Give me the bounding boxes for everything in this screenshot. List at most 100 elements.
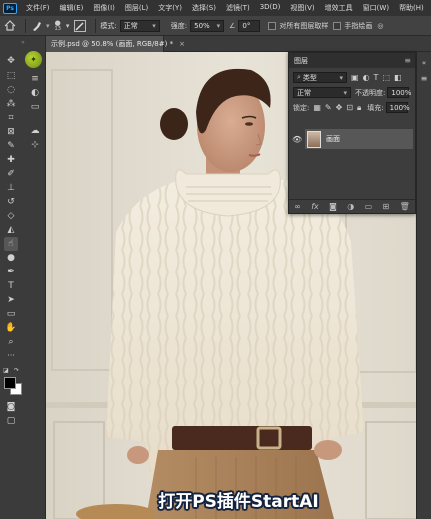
frame-tool-icon[interactable]: ⊠	[4, 125, 18, 139]
new-layer-icon[interactable]: ⊞	[383, 202, 390, 211]
angle-value: 0°	[242, 21, 251, 30]
pen-tool-icon[interactable]: ✒	[4, 265, 18, 279]
spot-healing-icon[interactable]: ✚	[4, 153, 18, 167]
menu-plugins[interactable]: 增效工具	[320, 3, 358, 13]
lock-position-icon[interactable]: ✥	[336, 103, 343, 112]
kind-filter-value: 类型	[302, 73, 317, 82]
finger-painting-checkbox[interactable]: 手指绘画	[333, 21, 372, 31]
filter-smart-object-icon[interactable]: ◧	[394, 73, 402, 82]
menu-bar: Ps 文件(F) 编辑(E) 图像(I) 图层(L) 文字(Y) 选择(S) 滤…	[0, 0, 431, 16]
brush-size-picker[interactable]: ● 13	[55, 19, 61, 32]
lock-artboard-icon[interactable]: ⊡	[346, 103, 353, 112]
hand-tool-icon[interactable]: ✋	[4, 321, 18, 335]
more-tools-icon[interactable]: ···	[4, 349, 18, 363]
swap-colors-icon[interactable]: ↷	[14, 367, 19, 374]
add-mask-icon[interactable]: ◙	[329, 202, 337, 211]
filter-shape-icon[interactable]: ⬚	[382, 73, 390, 82]
layer-visibility-eye-icon[interactable]: 👁︎	[292, 135, 302, 144]
delete-layer-icon[interactable]: 🗑︎	[400, 202, 410, 211]
menu-image[interactable]: 图像(I)	[88, 3, 120, 13]
brush-settings-icon[interactable]: ▾	[66, 22, 70, 30]
opacity-value: 100%	[391, 88, 412, 97]
menu-window[interactable]: 窗口(W)	[358, 3, 394, 13]
filter-pixel-icon[interactable]: ▣	[351, 73, 359, 82]
toolbar-collapse-icon[interactable]: »	[4, 40, 42, 46]
path-selection-icon[interactable]: ➤	[4, 293, 18, 307]
rectangle-tool-icon[interactable]: ▭	[4, 307, 18, 321]
clone-stamp-icon[interactable]: ⊥	[4, 181, 18, 195]
angle-input[interactable]: 0°	[238, 19, 261, 32]
menu-layer[interactable]: 图层(L)	[120, 3, 153, 13]
strength-input[interactable]: 50% ▾	[190, 19, 225, 32]
menu-select[interactable]: 选择(S)	[187, 3, 221, 13]
screen-mode-icon[interactable]: ▢	[4, 414, 18, 428]
filter-adjustment-icon[interactable]: ◐	[363, 73, 370, 82]
eyedropper-icon[interactable]: ✎	[4, 139, 18, 153]
paint-bucket-icon[interactable]: ◭	[4, 223, 18, 237]
options-bar: ▾ ● 13 ▾ 模式: 正常 ▾ 强度: 50% ▾ ∠ 0° 对所有图层取样…	[0, 16, 431, 36]
history-brush-icon[interactable]: ↺	[4, 195, 18, 209]
menu-edit[interactable]: 编辑(E)	[55, 3, 89, 13]
gradient-icon[interactable]: ▭	[28, 100, 42, 114]
layer-thumbnail	[307, 130, 321, 148]
layer-name[interactable]: 画面	[326, 134, 340, 144]
new-group-icon[interactable]: ▭	[365, 202, 373, 211]
smudge-tool-icon[interactable]: ☝	[4, 237, 18, 251]
blend-mode-dropdown[interactable]: 正常 ▾	[293, 87, 351, 98]
photoshop-logo[interactable]: Ps	[3, 2, 17, 14]
lock-pixels-icon[interactable]: ✎	[325, 103, 332, 112]
filter-type-icon[interactable]: T	[374, 73, 379, 82]
default-colors-icon[interactable]: ◪	[3, 367, 9, 374]
dodge-tool-icon[interactable]: ●	[4, 251, 18, 265]
lock-transparent-icon[interactable]: ▦	[313, 103, 321, 112]
startai-plugin-icon[interactable]: ✦	[25, 51, 42, 68]
sample-all-layers-checkbox[interactable]: 对所有图层取样	[268, 21, 328, 31]
lasso-tool-icon[interactable]: ◌	[4, 83, 18, 97]
pressure-icon[interactable]: ◎	[377, 22, 383, 30]
marquee-tool-icon[interactable]: ⬚	[4, 69, 18, 83]
type-tool-icon[interactable]: T	[4, 279, 18, 293]
menu-view[interactable]: 视图(V)	[285, 3, 319, 13]
crop-tool-icon[interactable]: ⌗	[4, 111, 18, 125]
checkbox-box	[268, 21, 277, 30]
eraser-icon[interactable]: ◇	[4, 209, 18, 223]
brush-panel-toggle-icon[interactable]	[74, 19, 87, 32]
move-tool-icon[interactable]: ✥	[4, 54, 18, 68]
shape-tool-icon[interactable]: ⊹	[28, 138, 42, 152]
layers-panel-title[interactable]: 图层	[294, 56, 308, 66]
adjustment-layer-icon[interactable]: ◑	[347, 202, 354, 211]
half-circle-icon[interactable]: ◐	[28, 86, 42, 100]
layer-row[interactable]: 画面	[305, 129, 413, 149]
mode-dropdown[interactable]: 正常 ▾	[119, 19, 160, 32]
magic-wand-icon[interactable]: ⁂	[4, 97, 18, 111]
layers-panel-header: 图层 ≡	[289, 53, 415, 68]
kind-filter-dropdown[interactable]: ⌕ 类型 ▾	[293, 72, 347, 83]
menu-help[interactable]: 帮助(H)	[394, 3, 429, 13]
foreground-color-swatch[interactable]	[4, 377, 16, 389]
finger-painting-label: 手指绘画	[344, 21, 373, 30]
menu-filter[interactable]: 滤镜(T)	[221, 3, 255, 13]
menu-type[interactable]: 文字(Y)	[153, 3, 187, 13]
menu-3d[interactable]: 3D(D)	[255, 3, 286, 13]
close-tab-button[interactable]: ×	[179, 40, 185, 48]
fill-input[interactable]: 100%	[385, 102, 410, 113]
brush-tool-icon[interactable]: ✐	[4, 167, 18, 181]
home-icon[interactable]	[4, 20, 16, 31]
opacity-input[interactable]: 100%	[387, 87, 412, 98]
layer-style-icon[interactable]: fx	[311, 202, 319, 211]
panel-menu-icon[interactable]: ≡	[404, 56, 411, 65]
link-layers-icon[interactable]: ∞	[294, 202, 301, 211]
zoom-tool-icon[interactable]: ⌕	[4, 335, 18, 349]
panel-menu-icon[interactable]: ≡	[417, 72, 431, 86]
adjustment-sliders-icon[interactable]: ≡	[28, 72, 42, 86]
cloud-icon[interactable]: ☁	[28, 124, 42, 138]
expand-panels-icon[interactable]: «	[417, 56, 431, 70]
quick-mask-icon[interactable]: ◙	[4, 400, 18, 414]
mode-control: 模式: 正常 ▾	[100, 19, 160, 32]
lock-all-icon[interactable]: 🔒︎	[357, 103, 361, 113]
smudge-tool-preset-picker[interactable]: ▾	[30, 20, 50, 32]
document-tab[interactable]: 示例.psd @ 50.8% (画面, RGB/8#) * ×	[46, 36, 185, 52]
menu-file[interactable]: 文件(F)	[21, 3, 55, 13]
lock-label: 锁定:	[293, 103, 310, 112]
chevron-down-icon: ▾	[152, 21, 156, 30]
